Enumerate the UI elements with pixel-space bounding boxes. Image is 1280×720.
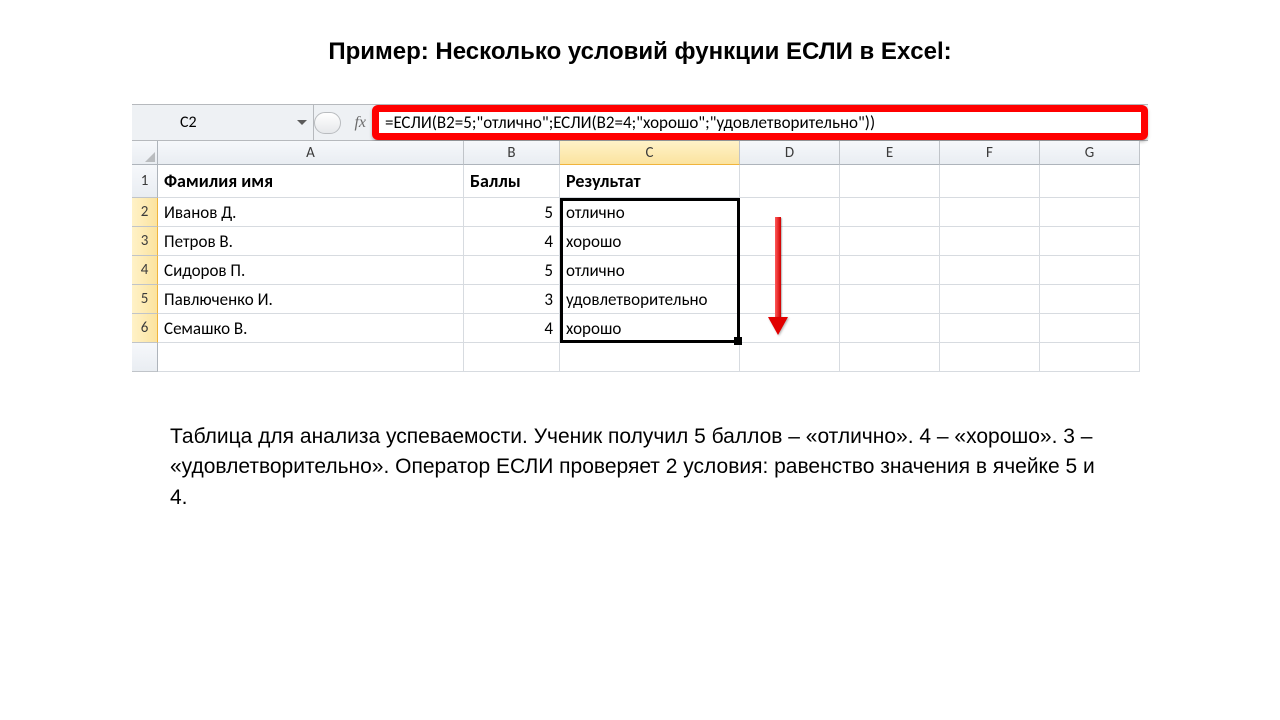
cell-c4[interactable]: отлично	[560, 256, 740, 285]
cell-g6[interactable]	[1040, 314, 1140, 343]
cell-c1[interactable]: Результат	[560, 165, 740, 198]
cell-a3[interactable]: Петров В.	[158, 227, 464, 256]
cell-b7[interactable]	[464, 343, 560, 372]
formula-bar: C2 fx =ЕСЛИ(B2=5;"отлично";ЕСЛИ(B2=4;"хо…	[132, 105, 1148, 141]
cell-b5[interactable]: 3	[464, 285, 560, 314]
cell-e3[interactable]	[840, 227, 940, 256]
formula-buttons: fx	[314, 105, 372, 140]
cell-b4[interactable]: 5	[464, 256, 560, 285]
arrow-head	[768, 317, 788, 335]
excel-snippet: C2 fx =ЕСЛИ(B2=5;"отлично";ЕСЛИ(B2=4;"хо…	[132, 104, 1148, 372]
cell-e7[interactable]	[840, 343, 940, 372]
cell-d7[interactable]	[740, 343, 840, 372]
cell-f7[interactable]	[940, 343, 1040, 372]
cell-d4[interactable]	[740, 256, 840, 285]
cell-f6[interactable]	[940, 314, 1040, 343]
cell-e6[interactable]	[840, 314, 940, 343]
cell-e1[interactable]	[840, 165, 940, 198]
cell-a2[interactable]: Иванов Д.	[158, 198, 464, 227]
cell-g2[interactable]	[1040, 198, 1140, 227]
cell-b2[interactable]: 5	[464, 198, 560, 227]
formula-input[interactable]: =ЕСЛИ(B2=5;"отлично";ЕСЛИ(B2=4;"хорошо";…	[385, 112, 875, 133]
col-head-c[interactable]: C	[560, 141, 740, 165]
col-head-b[interactable]: B	[464, 141, 560, 165]
cell-c6[interactable]: хорошо	[560, 314, 740, 343]
cell-b1[interactable]: Баллы	[464, 165, 560, 198]
cell-a4[interactable]: Сидоров П.	[158, 256, 464, 285]
col-head-g[interactable]: G	[1040, 141, 1140, 165]
row-head-5[interactable]: 5	[132, 285, 158, 314]
cell-b6[interactable]: 4	[464, 314, 560, 343]
col-head-f[interactable]: F	[940, 141, 1040, 165]
cell-c5[interactable]: удовлетворительно	[560, 285, 740, 314]
row-head-6[interactable]: 6	[132, 314, 158, 343]
cell-g5[interactable]	[1040, 285, 1140, 314]
formula-input-wrap: =ЕСЛИ(B2=5;"отлично";ЕСЛИ(B2=4;"хорошо";…	[372, 105, 1148, 140]
row-head-2[interactable]: 2	[132, 198, 158, 227]
insert-function-button[interactable]	[314, 112, 341, 134]
cell-a1[interactable]: Фамилия имя	[158, 165, 464, 198]
cell-c3[interactable]: хорошо	[560, 227, 740, 256]
cell-d1[interactable]	[740, 165, 840, 198]
page-title: Пример: Несколько условий функции ЕСЛИ в…	[0, 0, 1280, 82]
row-head-3[interactable]: 3	[132, 227, 158, 256]
cell-g1[interactable]	[1040, 165, 1140, 198]
row-head-1[interactable]: 1	[132, 165, 158, 198]
cell-c2[interactable]: отлично	[560, 198, 740, 227]
fx-icon: fx	[345, 114, 366, 132]
cell-a5[interactable]: Павлюченко И.	[158, 285, 464, 314]
cell-e2[interactable]	[840, 198, 940, 227]
cell-g7[interactable]	[1040, 343, 1140, 372]
col-head-d[interactable]: D	[740, 141, 840, 165]
cell-e4[interactable]	[840, 256, 940, 285]
row-head-4[interactable]: 4	[132, 256, 158, 285]
spreadsheet-grid[interactable]: A B C D E F G 1 Фамилия имя Баллы Резуль…	[132, 141, 1148, 372]
cell-f1[interactable]	[940, 165, 1040, 198]
arrow-down-icon	[768, 217, 788, 335]
formula-highlight: =ЕСЛИ(B2=5;"отлично";ЕСЛИ(B2=4;"хорошо";…	[372, 105, 1148, 140]
select-all-corner[interactable]	[132, 141, 158, 165]
cell-f5[interactable]	[940, 285, 1040, 314]
cell-e5[interactable]	[840, 285, 940, 314]
name-box[interactable]: C2	[132, 105, 314, 140]
cell-f2[interactable]	[940, 198, 1040, 227]
cell-f3[interactable]	[940, 227, 1040, 256]
chevron-down-icon[interactable]	[297, 120, 307, 125]
col-head-e[interactable]: E	[840, 141, 940, 165]
cell-b3[interactable]: 4	[464, 227, 560, 256]
description-text: Таблица для анализа успеваемости. Ученик…	[170, 422, 1110, 513]
cell-d6[interactable]	[740, 314, 840, 343]
row-head-7[interactable]	[132, 343, 158, 372]
cell-a6[interactable]: Семашко В.	[158, 314, 464, 343]
cell-g3[interactable]	[1040, 227, 1140, 256]
col-head-a[interactable]: A	[158, 141, 464, 165]
cell-f4[interactable]	[940, 256, 1040, 285]
cell-g4[interactable]	[1040, 256, 1140, 285]
cell-d3[interactable]	[740, 227, 840, 256]
cell-a7[interactable]	[158, 343, 464, 372]
arrow-shaft	[775, 217, 781, 317]
cell-d5[interactable]	[740, 285, 840, 314]
cell-c7[interactable]	[560, 343, 740, 372]
name-box-value: C2	[180, 113, 197, 132]
cell-d2[interactable]	[740, 198, 840, 227]
